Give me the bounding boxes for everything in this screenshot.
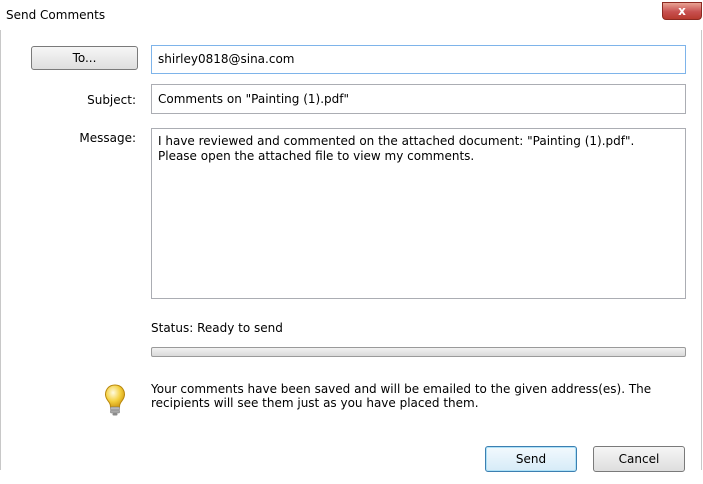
lightbulb-icon xyxy=(104,384,126,416)
status-text: Status: Ready to send xyxy=(151,321,283,335)
close-icon: x xyxy=(678,4,686,18)
close-button[interactable]: x xyxy=(662,2,702,20)
send-button[interactable]: Send xyxy=(485,446,577,472)
cancel-button[interactable]: Cancel xyxy=(593,446,685,472)
window-left-border xyxy=(0,30,1,470)
message-field[interactable]: I have reviewed and commented on the att… xyxy=(151,128,686,299)
window-right-border xyxy=(701,30,702,470)
message-label: Message: xyxy=(79,131,136,145)
to-field[interactable]: shirley0818@sina.com xyxy=(151,45,686,74)
subject-label: Subject: xyxy=(87,93,136,107)
to-button[interactable]: To... xyxy=(31,46,138,70)
window-title: Send Comments xyxy=(6,8,106,22)
subject-field[interactable]: Comments on "Painting (1).pdf" xyxy=(151,84,686,114)
title-bar: Send Comments x xyxy=(0,0,703,30)
progress-bar xyxy=(151,347,686,357)
info-text: Your comments have been saved and will b… xyxy=(151,382,652,410)
